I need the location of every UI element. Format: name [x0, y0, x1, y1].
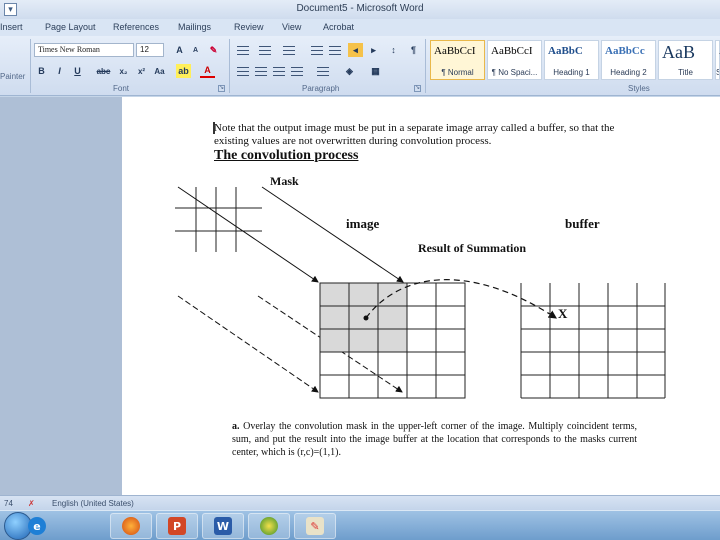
- mask-label: Mask: [270, 174, 299, 188]
- bullets-icon[interactable]: [236, 43, 250, 57]
- tab-references[interactable]: References: [113, 22, 159, 32]
- align-left-icon[interactable]: [236, 64, 250, 78]
- font-name-select[interactable]: Times New Roman: [34, 43, 134, 57]
- tab-view[interactable]: View: [282, 22, 301, 32]
- taskbar-media[interactable]: [248, 513, 290, 539]
- shading-icon[interactable]: ◈: [342, 64, 357, 78]
- buffer-result-mark: X: [558, 306, 568, 321]
- tab-page-layout[interactable]: Page Layout: [45, 22, 96, 32]
- taskbar-word[interactable]: W: [202, 513, 244, 539]
- style-title[interactable]: AaB Title: [658, 40, 713, 80]
- increase-indent-icon[interactable]: [328, 43, 342, 57]
- paint-icon: ✎: [306, 517, 324, 535]
- font-dialog-launcher-icon[interactable]: ↘: [218, 85, 225, 92]
- paragraph-group-label: Paragraph: [302, 84, 340, 93]
- taskbar-paint[interactable]: ✎: [294, 513, 336, 539]
- summation-label: Result of Summation: [418, 241, 527, 255]
- tab-review[interactable]: Review: [234, 22, 264, 32]
- paragraph-dialog-launcher-icon[interactable]: ↘: [414, 85, 421, 92]
- strikethrough-button[interactable]: abc: [96, 64, 111, 78]
- line-spacing-icon[interactable]: [316, 64, 330, 78]
- superscript-button[interactable]: x²: [134, 64, 149, 78]
- align-right-icon[interactable]: [272, 64, 286, 78]
- step-a-paragraph: a. Overlay the convolution mask in the u…: [232, 420, 637, 459]
- internet-explorer-icon: e: [28, 517, 46, 535]
- rtl-icon[interactable]: ◂: [348, 43, 363, 57]
- align-center-icon[interactable]: [254, 64, 268, 78]
- taskbar: e P W ✎: [0, 510, 720, 540]
- ribbon: Painter Times New Roman 12 A A ✎ B I U a…: [0, 36, 720, 96]
- buffer-label: buffer: [565, 216, 600, 231]
- ribbon-tabs: Insert Page Layout References Mailings R…: [0, 19, 720, 36]
- tab-mailings[interactable]: Mailings: [178, 22, 211, 32]
- window-title: Document5 - Microsoft Word: [296, 3, 424, 14]
- justify-icon[interactable]: [290, 64, 304, 78]
- painter-label: Painter: [0, 72, 26, 81]
- style-no-spacing[interactable]: AaBbCcI ¶ No Spaci...: [487, 40, 542, 80]
- styles-gallery: AaBbCcI ¶ Normal AaBbCcI ¶ No Spaci... A…: [430, 40, 720, 84]
- word-icon: W: [214, 517, 232, 535]
- style-normal[interactable]: AaBbCcI ¶ Normal: [430, 40, 485, 80]
- tab-insert[interactable]: Insert: [0, 22, 23, 32]
- bold-button[interactable]: B: [34, 64, 49, 78]
- group-divider: [30, 39, 31, 93]
- language-indicator[interactable]: English (United States): [52, 499, 134, 508]
- ltr-icon[interactable]: ▸: [366, 43, 381, 57]
- italic-button[interactable]: I: [52, 64, 67, 78]
- page-count[interactable]: 74: [4, 499, 13, 508]
- decrease-indent-icon[interactable]: [310, 43, 324, 57]
- title-bar: ▾ Document5 - Microsoft Word: [0, 0, 720, 19]
- media-player-icon: [260, 517, 278, 535]
- style-heading-2[interactable]: AaBbCc Heading 2: [601, 40, 656, 80]
- taskbar-powerpoint[interactable]: P: [156, 513, 198, 539]
- proofing-icon[interactable]: ✗: [28, 499, 35, 508]
- firefox-icon: [122, 517, 140, 535]
- step-a-text: Overlay the convolution mask in the uppe…: [232, 421, 638, 458]
- step-a-prefix: a.: [232, 421, 240, 432]
- numbering-icon[interactable]: [258, 43, 272, 57]
- tab-acrobat[interactable]: Acrobat: [323, 22, 354, 32]
- clear-format-icon[interactable]: ✎: [206, 43, 221, 57]
- styles-group-label: Styles: [628, 84, 650, 93]
- taskbar-ie[interactable]: e: [16, 513, 58, 539]
- style-subtitle[interactable]: A S: [715, 40, 720, 80]
- borders-icon[interactable]: ▦: [368, 64, 383, 78]
- underline-button[interactable]: U: [70, 64, 85, 78]
- group-divider: [229, 39, 230, 93]
- group-divider: [425, 39, 426, 93]
- font-group-label: Font: [113, 84, 130, 93]
- style-heading-1[interactable]: AaBbC Heading 1: [544, 40, 599, 80]
- multilevel-list-icon[interactable]: [282, 43, 296, 57]
- powerpoint-icon: P: [168, 517, 186, 535]
- font-color-icon[interactable]: A: [200, 64, 215, 78]
- change-case-button[interactable]: Aa: [152, 64, 167, 78]
- status-bar: 74 ✗ English (United States): [0, 495, 720, 510]
- highlight-icon[interactable]: ab: [176, 64, 191, 78]
- taskbar-firefox[interactable]: [110, 513, 152, 539]
- font-size-select[interactable]: 12: [136, 43, 164, 57]
- sort-icon[interactable]: ↕: [386, 43, 401, 57]
- shrink-font-button[interactable]: A: [188, 43, 203, 57]
- subscript-button[interactable]: x₂: [116, 64, 131, 78]
- image-label: image: [346, 216, 380, 231]
- paragraph-note: Note that the output image must be put i…: [214, 122, 615, 147]
- pilcrow-icon[interactable]: ¶: [406, 43, 421, 57]
- grow-font-button[interactable]: A: [172, 43, 187, 57]
- section-heading: The convolution process: [214, 148, 359, 163]
